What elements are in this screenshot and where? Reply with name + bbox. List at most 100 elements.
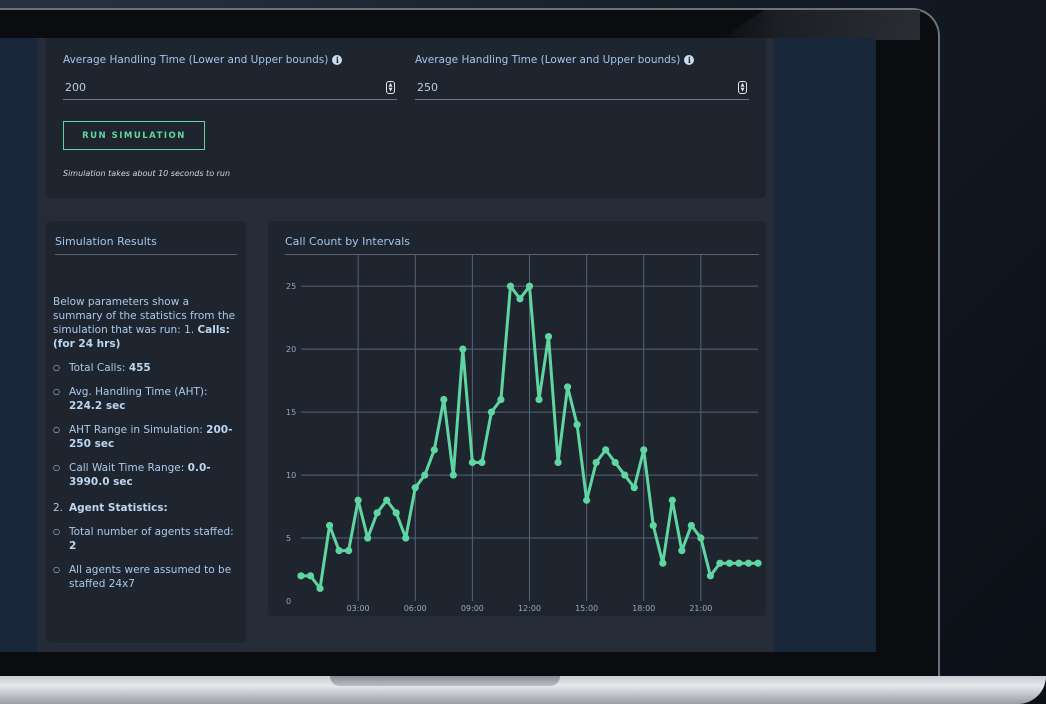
data-point [725,559,734,567]
data-point [630,484,638,492]
data-point [602,446,610,454]
data-point [611,458,619,467]
data-point [373,509,381,517]
stepper-icon[interactable]: ▲ ▼ [386,81,395,94]
run-simulation-button[interactable]: RUN SIMULATION [63,121,205,150]
data-point [430,446,438,454]
list-item: ○ Avg. Handling Time (AHT): 224.2 sec [53,385,239,413]
x-tick-label: 15:00 [575,604,598,613]
results-title: Simulation Results [55,235,237,255]
data-point [478,458,486,467]
data-point [335,547,343,555]
agent-list: ○ Total number of agents staffed: 2 ○ All a… [53,525,239,591]
lower-bound-field: Average Handling Time (Lower and Upper b… [63,54,397,100]
data-point [659,559,667,567]
call-count-chart: 0 5 10 15 20 25 03:00 06:00 09:00 12:00 15:00 18:00… [286,255,762,616]
list-item: ○ AHT Range in Simulation: 200-250 sec [53,423,239,451]
data-point [735,559,743,567]
data-point [411,484,419,492]
data-point [440,395,448,404]
lower-bound-input[interactable]: 200 ▲ ▼ [63,76,397,100]
data-point [535,395,543,404]
data-point [687,521,695,530]
list-item-label: Total number of agents staffed: [69,526,234,538]
stepper-icon[interactable]: ▲ ▼ [738,81,747,94]
agent-heading: Agent Statistics: [69,502,168,514]
agent-heading-row: 2. Agent Statistics: [53,501,239,515]
list-item: ○ Call Wait Time Range: 0.0-3990.0 sec [53,461,239,489]
y-tick-label: 10 [286,471,296,480]
data-point [640,446,648,454]
list-item: ○ Total Calls: 455 [53,361,239,375]
list-item: ○ Total number of agents staffed: 2 [53,525,239,553]
data-point [621,471,629,479]
call-count-chart-card: Call Count by Intervals 0 5 10 15 20 25 03:00 0… [268,221,766,616]
list-item-text: Call Wait Time Range: 0.0-3990.0 sec [69,461,239,489]
data-point [316,584,324,593]
list-item-text: Total Calls: 455 [69,361,151,375]
x-tick-label: 21:00 [689,604,712,613]
data-point [345,547,353,555]
lower-bound-label: Average Handling Time (Lower and Upper b… [63,54,397,66]
data-point [459,345,467,353]
list-item-text: All agents were assumed to be staffed 24… [69,563,239,591]
bullet-icon: ○ [53,527,60,536]
list-item-text: Total number of agents staffed: 2 [69,525,239,553]
data-point [402,534,410,542]
y-tick-label: 5 [286,534,291,543]
bullet-icon: ○ [53,425,60,434]
data-point [678,547,686,555]
data-point [697,534,705,542]
data-point [325,521,334,530]
simulation-results-card: Simulation Results Below parameters show… [46,221,246,643]
data-point [716,559,724,567]
x-tick-label: 09:00 [461,604,484,613]
data-point [525,282,534,290]
y-tick-label: 20 [286,345,296,354]
results-intro: Below parameters show a summary of the s… [53,295,239,351]
data-point [383,496,391,504]
data-point [554,458,562,467]
info-icon[interactable]: i [684,55,695,65]
data-point [392,509,400,517]
list-item-value: 455 [128,362,151,374]
bullet-icon: ○ [53,387,60,396]
laptop-base-notch [330,676,560,686]
list-item-label: Avg. Handling Time (AHT): [69,386,208,398]
data-point [544,332,553,341]
upper-bound-label-text: Average Handling Time (Lower and Upper b… [415,54,681,66]
list-item-text: AHT Range in Simulation: 200-250 sec [69,423,239,451]
app-panel: Average Handling Time (Lower and Upper b… [38,38,774,652]
lower-bound-value: 200 [65,81,86,94]
upper-bound-label: Average Handling Time (Lower and Upper b… [415,54,749,66]
upper-bound-field: Average Handling Time (Lower and Upper b… [415,54,749,100]
data-point [573,421,581,429]
data-point [364,534,372,542]
bullet-icon: ○ [53,363,60,372]
list-item-label: AHT Range in Simulation: [69,424,207,436]
laptop-lid: Average Handling Time (Lower and Upper b… [0,8,940,680]
data-point [506,282,515,290]
y-tick-label: 15 [286,408,296,417]
y-tick-label: 25 [286,282,296,291]
data-point [468,458,476,467]
data-point [706,572,714,580]
list-item-label: Call Wait Time Range: [69,462,188,474]
data-point [306,572,315,580]
run-note: Simulation takes about 10 seconds to run [63,169,231,178]
data-point [563,383,572,391]
results-list: ○ Total Calls: 455 ○ Avg. Handling Time (AH… [53,361,239,489]
list-item-label: Total Calls: [69,362,129,374]
data-point [449,471,457,479]
lower-bound-label-text: Average Handling Time (Lower and Upper b… [63,54,329,66]
upper-bound-input[interactable]: 250 ▲ ▼ [415,76,749,100]
bullet-icon: ○ [53,565,60,574]
info-icon[interactable]: i [332,55,343,65]
data-point [497,395,505,404]
data-point [754,559,762,567]
list-item: ○ All agents were assumed to be staffed 2… [53,563,239,591]
upper-bound-value: 250 [417,81,438,94]
agent-section-number: 2. [53,502,64,514]
list-item-label: All agents were assumed to be staffed 24… [69,564,232,590]
data-point [744,559,753,567]
